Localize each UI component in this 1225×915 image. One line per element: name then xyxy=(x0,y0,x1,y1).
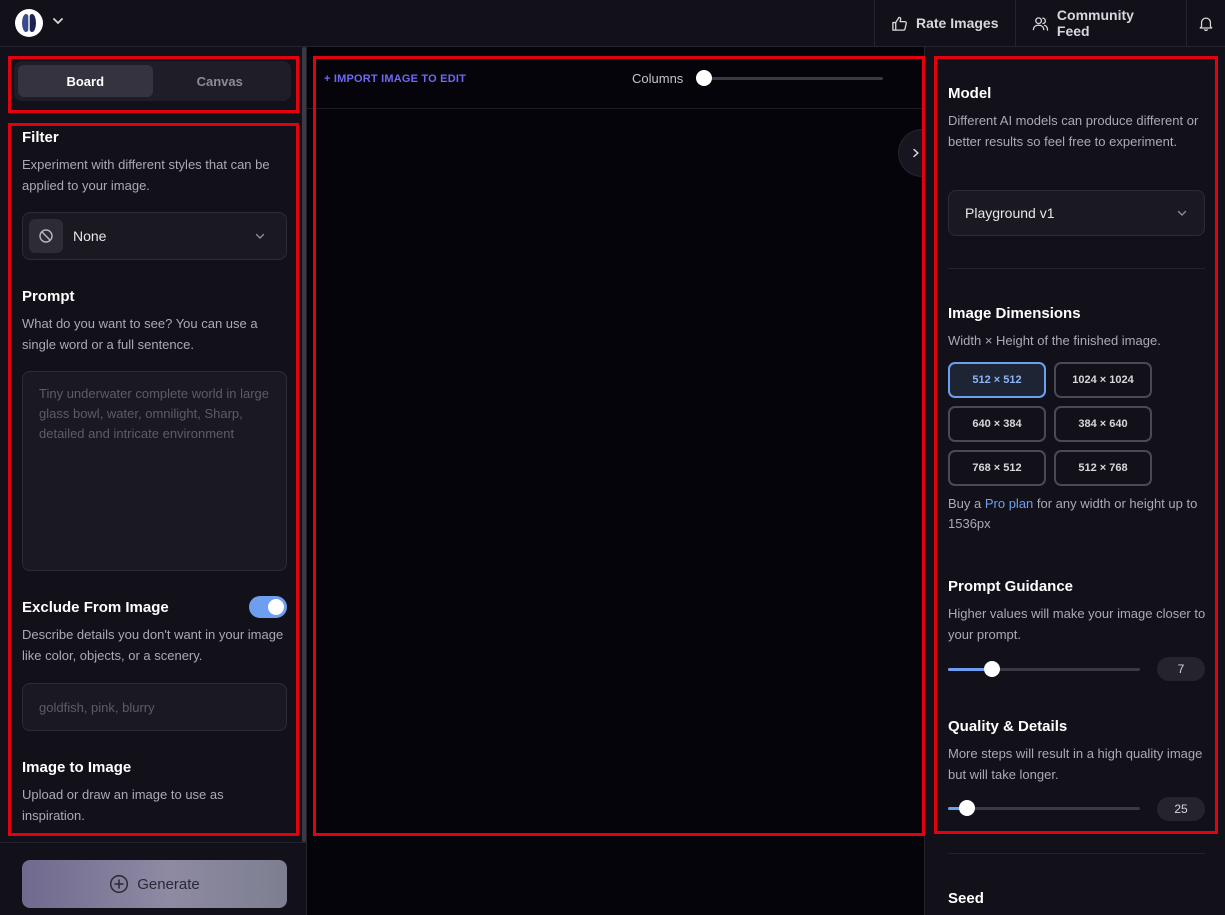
dimension-option-512x512[interactable]: 512 × 512 xyxy=(948,362,1046,398)
columns-slider-track[interactable] xyxy=(697,77,883,80)
quality-value[interactable]: 25 xyxy=(1157,797,1205,821)
pro-plan-link[interactable]: Pro plan xyxy=(985,496,1033,511)
import-image-link[interactable]: + IMPORT IMAGE TO EDIT xyxy=(324,73,466,85)
prompt-description: What do you want to see? You can use a s… xyxy=(22,316,258,352)
tab-board[interactable]: Board xyxy=(18,65,153,97)
prompt-title: Prompt xyxy=(22,288,75,305)
filter-description: Experiment with different styles that ca… xyxy=(22,157,270,193)
chevron-down-icon[interactable] xyxy=(52,15,64,27)
img2img-title: Image to Image xyxy=(22,759,132,776)
tab-canvas[interactable]: Canvas xyxy=(153,65,288,97)
rate-images-label: Rate Images xyxy=(916,15,999,31)
board-toolbar: + IMPORT IMAGE TO EDIT Columns xyxy=(307,47,924,109)
notifications-button[interactable] xyxy=(1186,0,1225,46)
toggle-knob xyxy=(268,599,284,615)
exclude-input[interactable]: goldfish, pink, blurry xyxy=(22,683,287,731)
model-select[interactable]: Playground v1 xyxy=(948,190,1205,236)
dimension-option-768x512[interactable]: 768 × 512 xyxy=(948,450,1046,486)
prompt-input[interactable]: Tiny underwater complete world in large … xyxy=(22,371,287,571)
filter-value: None xyxy=(73,228,107,244)
exclude-toggle[interactable] xyxy=(249,596,287,618)
right-sidebar: Model Different AI models can produce di… xyxy=(924,47,1225,915)
rate-images-button[interactable]: Rate Images xyxy=(874,0,1015,46)
filter-preview xyxy=(29,219,63,253)
quality-slider-track[interactable] xyxy=(948,807,1140,810)
generate-label: Generate xyxy=(137,875,200,893)
guidance-value[interactable]: 7 xyxy=(1157,657,1205,681)
quality-description: More steps will result in a high quality… xyxy=(948,746,1203,782)
generate-button[interactable]: Generate xyxy=(22,860,287,908)
top-bar: Rate Images Community Feed xyxy=(0,0,1225,47)
thumbs-up-icon xyxy=(892,16,907,31)
quality-slider-thumb[interactable] xyxy=(959,800,976,816)
mode-switch: Board Canvas xyxy=(14,61,291,101)
img2img-description: Upload or draw an image to use as inspir… xyxy=(22,787,224,823)
chevron-right-icon xyxy=(913,148,919,158)
chevron-down-icon xyxy=(255,233,265,239)
dimension-option-512x768[interactable]: 512 × 768 xyxy=(1054,450,1152,486)
filter-select[interactable]: None xyxy=(22,212,287,260)
dimension-option-640x384[interactable]: 640 × 384 xyxy=(948,406,1046,442)
guidance-slider-track[interactable] xyxy=(948,668,1140,671)
bell-icon xyxy=(1199,17,1213,31)
plus-circle-icon xyxy=(110,874,129,894)
dimensions-title: Image Dimensions xyxy=(948,305,1081,322)
seed-title: Seed xyxy=(948,890,984,907)
pro-prefix: Buy a xyxy=(948,496,985,511)
app-root: Rate Images Community Feed Board Canvas … xyxy=(0,0,1225,915)
exclude-description: Describe details you don't want in your … xyxy=(22,627,284,663)
no-filter-icon xyxy=(39,229,53,243)
model-description: Different AI models can produce differen… xyxy=(948,113,1199,149)
divider xyxy=(948,853,1205,854)
guidance-slider-thumb[interactable] xyxy=(984,661,1001,677)
dimension-option-1024x1024[interactable]: 1024 × 1024 xyxy=(1054,362,1152,398)
left-sidebar: Board Canvas Filter Experiment with diff… xyxy=(0,47,307,915)
dimensions-description: Width × Height of the finished image. xyxy=(948,333,1161,348)
dimension-option-384x640[interactable]: 384 × 640 xyxy=(1054,406,1152,442)
exclude-title: Exclude From Image xyxy=(22,599,169,616)
chevron-down-icon xyxy=(1177,210,1187,216)
main-board: + IMPORT IMAGE TO EDIT Columns xyxy=(307,47,932,915)
guidance-description: Higher values will make your image close… xyxy=(948,606,1206,642)
users-icon xyxy=(1032,16,1049,31)
guidance-title: Prompt Guidance xyxy=(948,578,1074,595)
quality-title: Quality & Details xyxy=(948,718,1068,735)
playground-logo-icon[interactable] xyxy=(14,8,44,38)
divider xyxy=(948,268,1205,269)
community-feed-label: Community Feed xyxy=(1056,7,1134,39)
model-value: Playground v1 xyxy=(965,205,1055,221)
columns-slider-thumb[interactable] xyxy=(696,70,712,86)
community-feed-button[interactable]: Community Feed xyxy=(1015,0,1186,46)
model-title: Model xyxy=(948,85,992,102)
columns-label: Columns xyxy=(632,71,684,86)
pro-plan-note: Buy a Pro plan for any width or height u… xyxy=(948,494,1210,534)
sidebar-scrollbar[interactable] xyxy=(302,47,306,842)
filter-title: Filter xyxy=(22,129,59,146)
